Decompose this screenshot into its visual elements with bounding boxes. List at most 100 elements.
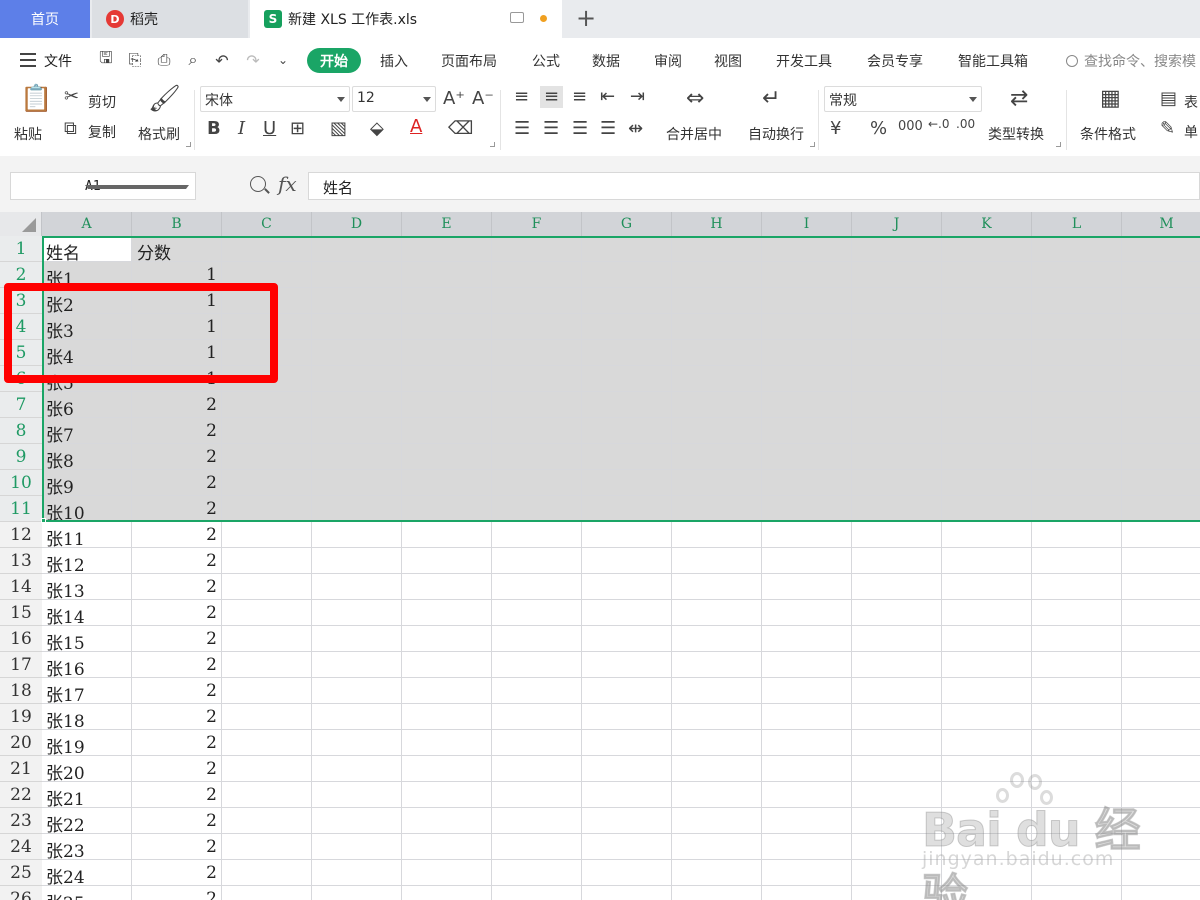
cell-empty[interactable] (762, 704, 852, 730)
cell-empty[interactable] (222, 860, 312, 886)
cell-empty[interactable] (852, 366, 942, 392)
italic-icon[interactable]: I (238, 120, 245, 138)
save-icon[interactable]: 🖫 (96, 48, 116, 70)
cell-empty[interactable] (1122, 678, 1200, 704)
align-middle-icon[interactable]: ≡ (540, 86, 564, 108)
cell-empty[interactable] (312, 834, 402, 860)
cell-empty[interactable] (672, 626, 762, 652)
cell-name[interactable]: 张22 (42, 808, 132, 834)
cell-empty[interactable] (492, 392, 582, 418)
cell-score[interactable]: 2 (132, 808, 222, 834)
cell-empty[interactable] (1122, 522, 1200, 548)
cell-empty[interactable] (942, 418, 1032, 444)
font-launcher-icon[interactable] (490, 142, 495, 147)
cell-empty[interactable] (762, 652, 852, 678)
cell-empty[interactable] (492, 782, 582, 808)
cell-empty[interactable] (672, 288, 762, 314)
cell-empty[interactable] (672, 860, 762, 886)
copy-button[interactable]: 复制 (88, 122, 116, 142)
cell-empty[interactable] (1032, 704, 1122, 730)
cell-empty[interactable] (672, 262, 762, 288)
cell-empty[interactable] (492, 600, 582, 626)
cell-name[interactable]: 张6 (42, 392, 132, 418)
cell-empty[interactable] (582, 626, 672, 652)
number-format-select[interactable]: 常规 (824, 86, 982, 112)
column-header-j[interactable]: J (852, 212, 942, 236)
convert-type-icon[interactable]: ⇄ (1010, 88, 1028, 110)
cell-name[interactable]: 张24 (42, 860, 132, 886)
cell-empty[interactable] (402, 548, 492, 574)
cell-empty[interactable] (762, 860, 852, 886)
cell-empty[interactable] (852, 340, 942, 366)
cell-empty[interactable] (1032, 548, 1122, 574)
row-header[interactable]: 19 (0, 704, 42, 730)
cell-empty[interactable] (222, 834, 312, 860)
cell-empty[interactable] (672, 808, 762, 834)
cell-empty[interactable] (492, 366, 582, 392)
cell-empty[interactable] (402, 626, 492, 652)
cell-name[interactable]: 张8 (42, 444, 132, 470)
row-header[interactable]: 16 (0, 626, 42, 652)
cell-empty[interactable] (942, 626, 1032, 652)
decrease-decimal-icon[interactable]: .00 (956, 118, 975, 130)
cell-score[interactable]: 2 (132, 496, 222, 522)
name-box[interactable]: A1 (10, 172, 196, 200)
column-header-d[interactable]: D (312, 212, 402, 236)
cell-empty[interactable] (852, 236, 942, 262)
cell-empty[interactable] (1032, 392, 1122, 418)
cell-empty[interactable] (1122, 340, 1200, 366)
cell-score[interactable]: 2 (132, 470, 222, 496)
cell-empty[interactable] (672, 366, 762, 392)
cell-empty[interactable] (492, 886, 582, 900)
column-header-l[interactable]: L (1032, 212, 1122, 236)
cell-empty[interactable] (402, 834, 492, 860)
cell-empty[interactable] (672, 392, 762, 418)
cell-empty[interactable] (492, 756, 582, 782)
cell-empty[interactable] (402, 444, 492, 470)
cell-empty[interactable] (942, 496, 1032, 522)
cell-empty[interactable] (222, 600, 312, 626)
cell-empty[interactable] (852, 444, 942, 470)
cell-name[interactable]: 张10 (42, 496, 132, 522)
fill-color-icon[interactable]: ⬙ (370, 120, 384, 138)
cell-empty[interactable] (762, 886, 852, 900)
column-header-a[interactable]: A (42, 212, 132, 236)
cell-score[interactable]: 2 (132, 574, 222, 600)
cell-empty[interactable] (942, 574, 1032, 600)
cell-empty[interactable] (492, 548, 582, 574)
cell-empty[interactable] (1032, 288, 1122, 314)
cell-score[interactable]: 2 (132, 860, 222, 886)
cell-empty[interactable] (582, 314, 672, 340)
cell-empty[interactable] (1122, 574, 1200, 600)
cell-empty[interactable] (402, 574, 492, 600)
cell-empty[interactable] (312, 678, 402, 704)
cell-empty[interactable] (762, 808, 852, 834)
zoom-formula-icon[interactable] (250, 176, 266, 192)
cell-empty[interactable] (1032, 262, 1122, 288)
print-icon[interactable]: ⎙ (154, 50, 174, 70)
cell-empty[interactable] (852, 314, 942, 340)
cell-empty[interactable] (762, 730, 852, 756)
cell-empty[interactable] (1122, 730, 1200, 756)
cell-empty[interactable] (762, 366, 852, 392)
cell-empty[interactable] (492, 626, 582, 652)
cell-empty[interactable] (942, 600, 1032, 626)
cell-empty[interactable] (852, 704, 942, 730)
cell-empty[interactable] (672, 418, 762, 444)
cell-empty[interactable] (672, 834, 762, 860)
cell-empty[interactable] (402, 288, 492, 314)
cell-empty[interactable] (492, 808, 582, 834)
cell-empty[interactable] (1122, 626, 1200, 652)
cell-empty[interactable] (852, 522, 942, 548)
cell-empty[interactable] (492, 288, 582, 314)
cell-empty[interactable] (402, 418, 492, 444)
export-pdf-icon[interactable]: ⎘ (125, 50, 145, 70)
cell-empty[interactable] (1122, 652, 1200, 678)
cell-empty[interactable] (942, 678, 1032, 704)
align-right-icon[interactable]: ☰ (572, 120, 588, 138)
cell-empty[interactable] (582, 756, 672, 782)
cell-empty[interactable] (942, 522, 1032, 548)
cell-empty[interactable] (672, 782, 762, 808)
cell-empty[interactable] (492, 652, 582, 678)
more-chevron-down-icon[interactable]: ⌄ (273, 50, 293, 70)
